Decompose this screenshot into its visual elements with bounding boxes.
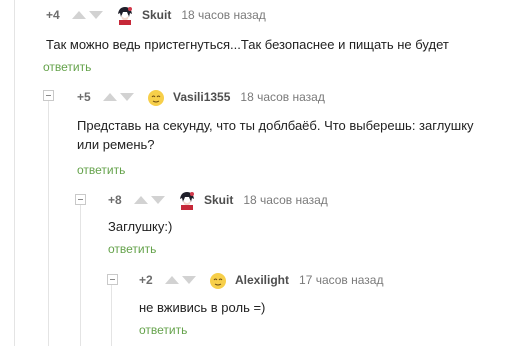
- downvote-arrow-icon[interactable]: [151, 196, 165, 204]
- downvote-arrow-icon[interactable]: [89, 11, 103, 19]
- comment-username[interactable]: Vasili1355: [173, 90, 230, 104]
- upvote-arrow-icon[interactable]: [72, 11, 86, 19]
- comment-header: +4 Skuit 18 часов назад: [46, 5, 266, 25]
- collapse-button[interactable]: [75, 194, 86, 205]
- comment-text: Заглушку:): [108, 217, 172, 236]
- thread-line: [80, 205, 81, 346]
- downvote-arrow-icon[interactable]: [120, 93, 134, 101]
- comment-time: 18 часов назад: [181, 8, 266, 22]
- reply-link[interactable]: ответить: [139, 323, 187, 337]
- collapse-button[interactable]: [43, 90, 54, 101]
- upvote-arrow-icon[interactable]: [165, 276, 179, 284]
- comment-time: 18 часов назад: [240, 90, 325, 104]
- comment-text-line: Так можно ведь пристегнуться...Так безоп…: [46, 37, 449, 52]
- comment-rating: +5: [77, 90, 91, 104]
- comment-text: Так можно ведь пристегнуться...Так безоп…: [46, 35, 449, 54]
- comment-username[interactable]: Alexilight: [235, 273, 289, 287]
- thread-line: [14, 0, 15, 346]
- comment-username[interactable]: Skuit: [142, 8, 171, 22]
- comment-rating: +2: [139, 273, 153, 287]
- collapse-button[interactable]: [107, 274, 118, 285]
- reply-link[interactable]: ответить: [108, 242, 156, 256]
- comment-text-line: Представь на секунду, что ты доблбаёб. Ч…: [77, 118, 474, 133]
- comment-text-line: Заглушку:): [108, 219, 173, 234]
- thread-line: [111, 285, 112, 346]
- downvote-arrow-icon[interactable]: [182, 276, 196, 284]
- comment-header: +8 Skuit 18 часов назад: [108, 190, 328, 210]
- comment-header: +2 Alexilight 17 часов назад: [139, 270, 383, 290]
- thread-line: [48, 100, 49, 346]
- reply-link[interactable]: ответить: [43, 60, 91, 74]
- comment-time: 17 часов назад: [299, 273, 384, 287]
- comment-time: 18 часов назад: [243, 193, 328, 207]
- comment-text: не вживись в роль =): [139, 298, 265, 317]
- comment-rating: +8: [108, 193, 122, 207]
- emoji-avatar-icon[interactable]: [208, 270, 228, 290]
- comment-text-line: не вживись в роль =): [139, 300, 266, 315]
- comment-rating: +4: [46, 8, 60, 22]
- upvote-arrow-icon[interactable]: [103, 93, 117, 101]
- comment-text-line: или ремень?: [77, 137, 155, 152]
- anime-avatar-icon[interactable]: [115, 5, 135, 25]
- comment-text: Представь на секунду, что ты доблбаёб. Ч…: [77, 116, 474, 154]
- comment-header: +5 Vasili1355 18 часов назад: [77, 87, 325, 107]
- comment-username[interactable]: Skuit: [204, 193, 233, 207]
- upvote-arrow-icon[interactable]: [134, 196, 148, 204]
- emoji-avatar-icon[interactable]: [146, 87, 166, 107]
- reply-link[interactable]: ответить: [77, 163, 125, 177]
- anime-avatar-icon[interactable]: [177, 190, 197, 210]
